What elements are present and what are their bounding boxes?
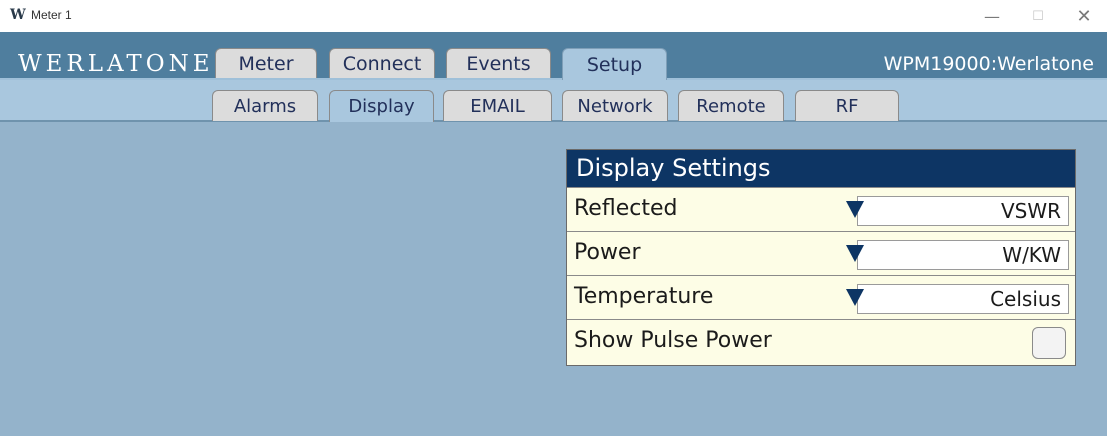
subtab-remote[interactable]: Remote [678,90,784,121]
pulse-power-row: Show Pulse Power [567,319,1075,363]
tab-connect[interactable]: Connect [329,48,435,79]
power-row: Power W/KW [567,231,1075,275]
dropdown-arrow-icon[interactable] [846,289,864,306]
device-label: WPM19000:Werlatone [883,53,1094,75]
tab-setup[interactable]: Setup [562,48,667,80]
subtab-alarms[interactable]: Alarms [212,90,318,121]
display-settings-panel: Display Settings Reflected VSWR Power W/… [566,149,1076,366]
panel-title: Display Settings [567,150,1075,187]
reflected-label: Reflected [574,196,678,221]
power-select[interactable]: W/KW [857,240,1069,270]
subtab-email[interactable]: EMAIL [443,90,552,121]
werlatone-w-icon: W [10,7,26,23]
reflected-select[interactable]: VSWR [857,196,1069,226]
dropdown-arrow-icon[interactable] [846,245,864,262]
subtab-bar [0,80,1107,121]
tab-meter[interactable]: Meter [215,48,317,79]
pulse-power-label: Show Pulse Power [574,328,772,353]
brand-logo: WERLATONE [18,51,214,77]
close-button[interactable]: ✕ [1066,4,1102,28]
tab-events[interactable]: Events [446,48,551,79]
subtab-display[interactable]: Display [329,90,434,122]
temperature-label: Temperature [574,284,714,309]
window-titlebar: W Meter 1 — ☐ ✕ [0,0,1107,32]
pulse-power-checkbox[interactable] [1032,327,1066,359]
dropdown-arrow-icon[interactable] [846,201,864,218]
temperature-select[interactable]: Celsius [857,284,1069,314]
temperature-row: Temperature Celsius [567,275,1075,319]
subtab-network[interactable]: Network [562,90,668,121]
reflected-row: Reflected VSWR [567,187,1075,231]
subtab-rf[interactable]: RF [795,90,899,121]
maximize-button[interactable]: ☐ [1020,4,1056,28]
minimize-button[interactable]: — [974,4,1010,28]
window-title: Meter 1 [31,8,72,22]
power-label: Power [574,240,641,265]
